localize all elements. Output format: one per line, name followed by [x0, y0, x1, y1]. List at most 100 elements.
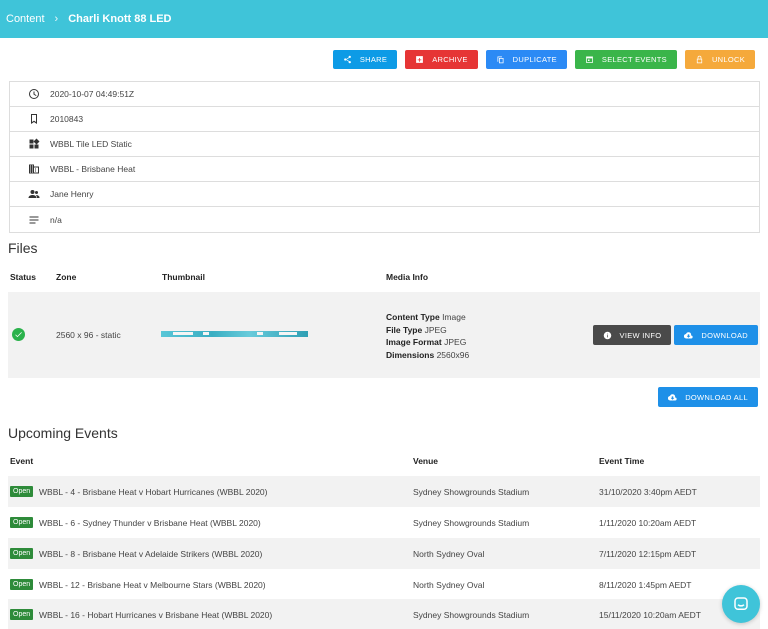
files-title: Files [8, 240, 38, 256]
event-name[interactable]: WBBL - 12 - Brisbane Heat v Melbourne St… [39, 580, 266, 590]
archive-label: ARCHIVE [432, 55, 468, 64]
status-badge: Open [10, 579, 34, 590]
view-info-button[interactable]: VIEW INFO [592, 325, 672, 345]
event-name[interactable]: WBBL - 4 - Brisbane Heat v Hobart Hurric… [39, 487, 267, 497]
status-badge: Open [10, 517, 34, 528]
content-type-label: Content Type [386, 312, 440, 322]
file-type-value: JPEG [424, 324, 447, 335]
event-row[interactable]: Open WBBL - 8 - Brisbane Heat v Adelaide… [8, 538, 760, 569]
event-row[interactable]: Open WBBL - 6 - Sydney Thunder v Brisban… [8, 507, 760, 538]
file-thumbnail[interactable] [161, 331, 308, 337]
file-actions: VIEW INFO DOWNLOAD [592, 325, 758, 345]
event-time: 15/11/2020 10:20am AEDT [599, 609, 701, 620]
event-time: 1/11/2020 10:20am AEDT [599, 517, 697, 528]
cloud-download-icon [684, 331, 693, 339]
content-page: SHARE ARCHIVE DUPLICATE SELECT EVENTS UN… [0, 38, 768, 629]
content-details: 2020-10-07 04:49:51Z 2010843 WBBL Tile L… [9, 81, 760, 233]
detail-value: WBBL Tile LED Static [50, 139, 132, 149]
event-row[interactable]: Open WBBL - 4 - Brisbane Heat v Hobart H… [8, 476, 760, 507]
top-bar: Content › Charli Knott 88 LED [0, 0, 768, 38]
download-all-label: DOWNLOAD ALL [685, 392, 748, 402]
content-type-value: Image [442, 312, 466, 322]
event-time: 31/10/2020 3:40pm AEDT [599, 486, 697, 497]
duplicate-icon [497, 56, 504, 64]
event-venue: North Sydney Oval [413, 548, 485, 559]
download-all-button[interactable]: DOWNLOAD ALL [658, 387, 758, 407]
unlock-label: UNLOCK [711, 55, 745, 64]
view-info-label: VIEW INFO [619, 330, 662, 340]
column-event-time: Event Time [599, 456, 645, 466]
unlock-button[interactable]: UNLOCK [684, 50, 755, 69]
event-time: 7/11/2020 12:15pm AEDT [599, 548, 697, 559]
detail-value: 2010843 [50, 114, 84, 124]
duplicate-label: DUPLICATE [512, 55, 557, 64]
building-icon [27, 163, 40, 176]
column-status: Status [10, 272, 36, 282]
bookmark-icon [27, 113, 40, 126]
share-button[interactable]: SHARE [332, 50, 398, 69]
cloud-download-icon [668, 393, 677, 401]
archive-button[interactable]: ARCHIVE [405, 50, 478, 69]
event-row[interactable]: Open WBBL - 12 - Brisbane Heat v Melbour… [8, 569, 760, 600]
event-row[interactable]: Open WBBL - 16 - Hobart Hurricanes v Bri… [8, 599, 760, 629]
select-events-label: SELECT EVENTS [601, 55, 667, 64]
status-badge: Open [10, 486, 34, 497]
column-venue: Venue [413, 456, 439, 466]
breadcrumb-current: Charli Knott 88 LED [68, 13, 172, 25]
column-event: Event [10, 456, 34, 466]
event-name[interactable]: WBBL - 6 - Sydney Thunder v Brisbane Hea… [39, 518, 261, 528]
download-all-wrapper: DOWNLOAD ALL [658, 387, 758, 407]
image-format-value: JPEG [444, 337, 467, 347]
event-name[interactable]: WBBL - 8 - Brisbane Heat v Adelaide Stri… [39, 549, 262, 559]
file-row: 2560 x 96 - static Content Type Image Fi… [8, 292, 760, 378]
event-name[interactable]: WBBL - 16 - Hobart Hurricanes v Brisbane… [39, 610, 272, 620]
detail-value: 2020-10-07 04:49:51Z [50, 89, 135, 99]
event-venue: Sydney Showgrounds Stadium [413, 517, 530, 528]
share-label: SHARE [359, 55, 388, 64]
duplicate-button[interactable]: DUPLICATE [485, 50, 567, 69]
column-thumbnail: Thumbnail [162, 272, 205, 282]
detail-notes: n/a [10, 207, 759, 232]
column-media-info: Media Info [386, 272, 429, 282]
events-table-header: Event Venue Event Time [8, 446, 760, 476]
action-toolbar: SHARE ARCHIVE DUPLICATE SELECT EVENTS UN… [332, 50, 755, 69]
event-venue: Sydney Showgrounds Stadium [413, 609, 530, 620]
status-badge: Open [10, 548, 34, 559]
files-table-header: Status Zone Thumbnail Media Info [8, 262, 760, 292]
download-label: DOWNLOAD [701, 330, 748, 340]
breadcrumb-parent[interactable]: Content [6, 13, 45, 25]
event-time: 8/11/2020 1:45pm AEDT [599, 579, 692, 590]
breadcrumb-separator: › [54, 13, 59, 25]
clock-icon [27, 88, 40, 101]
detail-owner: Jane Henry [10, 182, 759, 207]
detail-organisation: WBBL - Brisbane Heat [10, 157, 759, 182]
dimensions-label: Dimensions [386, 349, 435, 360]
file-media-info: Content Type Image File Type JPEG Image … [386, 311, 469, 361]
image-format-label: Image Format [386, 337, 442, 347]
column-zone: Zone [56, 272, 77, 282]
check-circle-icon [12, 328, 25, 341]
widgets-icon [27, 138, 40, 151]
status-badge: Open [10, 609, 34, 620]
detail-id: 2010843 [10, 107, 759, 132]
detail-value: n/a [50, 214, 62, 225]
dimensions-value: 2560x96 [436, 349, 470, 360]
event-venue: North Sydney Oval [413, 579, 485, 590]
info-icon [603, 331, 611, 339]
notes-icon [27, 213, 40, 226]
people-icon [27, 188, 40, 201]
chat-launcher-button[interactable] [722, 585, 760, 623]
share-icon [343, 55, 351, 64]
file-zone: 2560 x 96 - static [56, 330, 121, 340]
detail-value: Jane Henry [50, 189, 94, 199]
calendar-icon [586, 56, 593, 63]
archive-icon [416, 56, 424, 63]
file-type-label: File Type [386, 324, 423, 335]
lock-icon [696, 55, 703, 64]
detail-type: WBBL Tile LED Static [10, 132, 759, 157]
upcoming-events-title: Upcoming Events [8, 425, 118, 441]
detail-value: WBBL - Brisbane Heat [50, 164, 136, 174]
select-events-button[interactable]: SELECT EVENTS [574, 50, 677, 69]
detail-created-at: 2020-10-07 04:49:51Z [10, 82, 759, 107]
download-button[interactable]: DOWNLOAD [674, 325, 758, 345]
